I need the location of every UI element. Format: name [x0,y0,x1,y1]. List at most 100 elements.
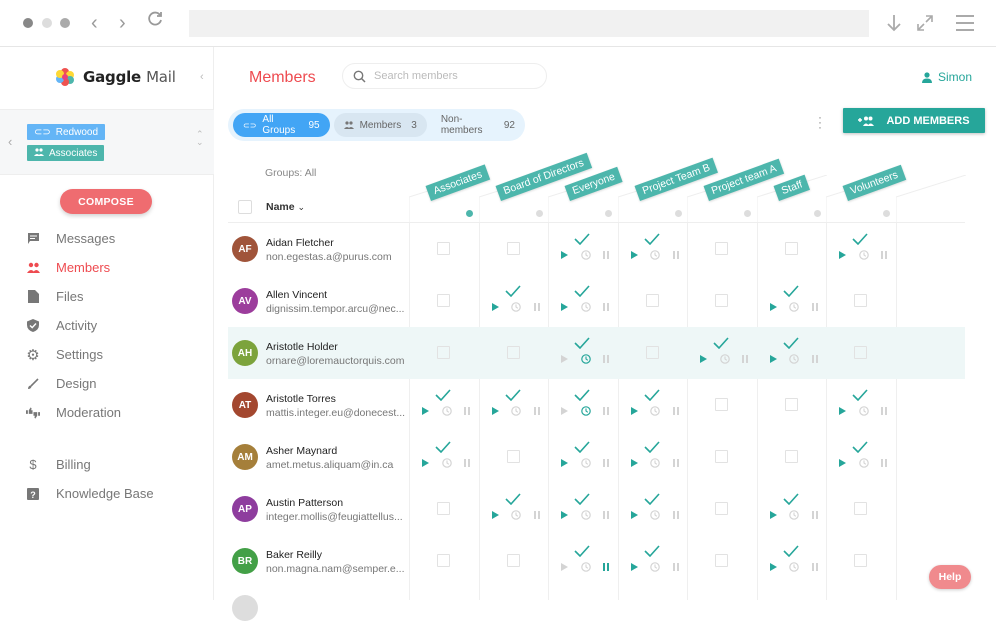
checkmark-icon[interactable] [643,233,660,245]
pause-icon[interactable] [533,407,540,415]
play-icon[interactable] [630,459,638,467]
back-icon[interactable]: ‹ [91,12,98,35]
checkmark-icon[interactable] [643,389,660,401]
clock-icon[interactable] [650,406,660,416]
membership-checkbox[interactable] [506,346,520,359]
checkmark-icon[interactable] [782,337,799,349]
help-button[interactable]: Help [929,565,971,589]
checkmark-icon[interactable] [574,493,590,505]
pause-icon[interactable] [811,563,818,571]
checkmark-icon[interactable] [435,389,451,401]
play-icon[interactable] [769,511,777,519]
member-name[interactable]: Austin Patterson [266,497,343,509]
membership-checkbox[interactable] [645,346,659,359]
play-icon[interactable] [561,303,568,311]
clock-icon[interactable] [511,510,521,520]
pause-icon[interactable] [464,459,470,467]
checkmark-icon[interactable] [643,493,660,505]
clock-icon[interactable] [580,302,591,312]
play-icon[interactable] [630,511,638,519]
play-icon[interactable] [561,355,568,363]
clock-icon[interactable] [858,406,869,416]
membership-checkbox[interactable] [645,294,659,307]
checkmark-icon[interactable] [643,545,660,557]
chevron-left-icon[interactable]: ‹ [8,134,12,149]
play-icon[interactable] [700,355,707,363]
play-icon[interactable] [561,407,568,415]
updown-chevron-icon[interactable]: ⌃ ⌄ [196,130,204,147]
play-icon[interactable] [561,511,568,519]
pause-icon[interactable] [533,303,540,311]
select-all-checkbox[interactable] [238,200,252,214]
play-icon[interactable] [769,563,777,571]
checkmark-icon[interactable] [852,441,868,453]
pause-icon[interactable] [742,355,748,363]
menu-icon[interactable] [955,14,975,37]
pause-icon[interactable] [672,563,679,571]
pause-icon[interactable] [672,251,679,259]
clock-icon[interactable] [858,250,869,260]
play-icon[interactable] [839,459,846,467]
membership-checkbox[interactable] [715,502,728,515]
play-icon[interactable] [561,251,568,259]
checkmark-icon[interactable] [643,441,660,453]
membership-checkbox[interactable] [506,554,520,567]
clock-icon[interactable] [511,302,521,312]
pause-icon[interactable] [811,303,818,311]
window-maximize-dot[interactable] [60,18,70,28]
sidebar-item-messages[interactable]: Messages [26,231,115,246]
sidebar-item-moderation[interactable]: Moderation [26,405,121,420]
member-row[interactable]: AH Aristotle Holder ornare@loremauctorqu… [228,327,965,379]
membership-checkbox[interactable] [506,450,520,463]
pause-icon[interactable] [881,407,887,415]
member-name[interactable]: Aidan Fletcher [266,237,334,249]
pause-icon[interactable] [603,511,609,519]
membership-checkbox[interactable] [715,294,728,307]
play-icon[interactable] [769,303,777,311]
play-icon[interactable] [630,407,638,415]
checkmark-icon[interactable] [852,389,868,401]
pause-icon[interactable] [464,407,470,415]
search-input[interactable]: Search members [342,63,547,89]
membership-checkbox[interactable] [437,242,450,255]
clock-icon[interactable] [789,354,799,364]
checkmark-icon[interactable] [574,285,590,297]
checkmark-icon[interactable] [574,337,590,349]
membership-checkbox[interactable] [715,554,728,567]
membership-checkbox[interactable] [437,294,450,307]
pause-icon[interactable] [603,355,609,363]
pause-icon[interactable] [603,407,609,415]
clock-icon[interactable] [441,458,452,468]
checkmark-icon[interactable] [782,545,799,557]
clock-icon[interactable] [580,354,591,364]
clock-icon[interactable] [580,250,591,260]
membership-checkbox[interactable] [854,346,867,359]
pause-icon[interactable] [881,251,887,259]
play-icon[interactable] [630,563,638,571]
clock-icon[interactable] [789,302,799,312]
clock-icon[interactable] [789,562,799,572]
play-icon[interactable] [839,407,846,415]
member-name[interactable]: Aristotle Holder [266,341,338,353]
pause-icon[interactable] [672,407,679,415]
checkmark-icon[interactable] [504,493,521,505]
checkmark-icon[interactable] [782,493,799,505]
sidebar-item-billing[interactable]: $ Billing [26,457,90,472]
fullscreen-icon[interactable] [916,14,934,37]
clock-icon[interactable] [858,458,869,468]
download-icon[interactable] [886,13,902,38]
play-icon[interactable] [491,303,499,311]
filter-non-members[interactable]: Non-members 92 [431,113,525,137]
sidebar-item-members[interactable]: Members [26,260,110,275]
checkmark-icon[interactable] [713,337,729,349]
clock-icon[interactable] [441,406,452,416]
membership-checkbox[interactable] [715,450,728,463]
group-selector[interactable]: ‹ ⊂⊃ Redwood Associates ⌃ ⌄ [0,109,214,175]
member-row[interactable]: AF Aidan Fletcher non.egestas.a@purus.co… [228,223,965,275]
checkmark-icon[interactable] [574,545,590,557]
collapse-sidebar-icon[interactable]: ‹ [200,71,204,83]
clock-icon[interactable] [719,354,730,364]
play-icon[interactable] [839,251,846,259]
membership-checkbox[interactable] [715,398,728,411]
compose-button[interactable]: COMPOSE [60,189,152,214]
